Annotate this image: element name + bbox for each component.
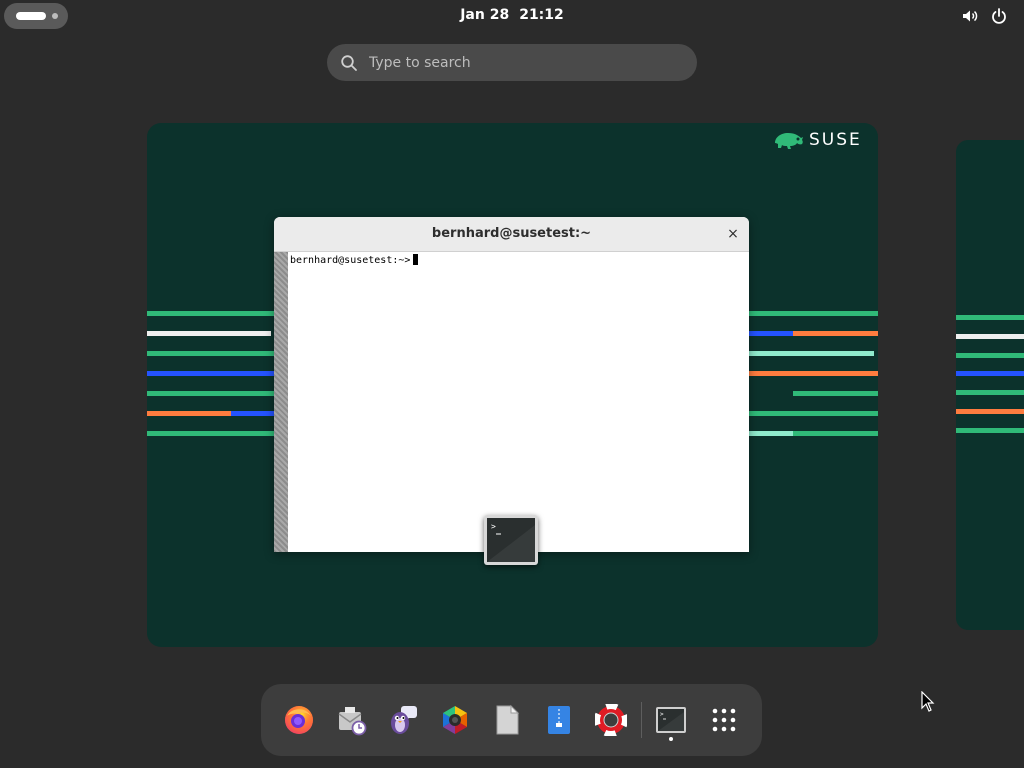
chameleon-icon	[775, 133, 803, 149]
search-input[interactable]	[367, 52, 671, 74]
wallpaper-stripe	[956, 428, 1024, 433]
power-icon[interactable]	[990, 7, 1008, 25]
wallpaper-stripe	[956, 371, 1024, 376]
terminal-window-app-icon: >	[484, 515, 538, 565]
clock-date: Jan 28	[460, 7, 510, 23]
shotwell-icon[interactable]	[439, 704, 471, 736]
file-roller-icon[interactable]	[543, 704, 575, 736]
search-box[interactable]	[327, 44, 697, 81]
terminal-icon[interactable]: >	[655, 704, 687, 736]
running-indicator	[669, 737, 673, 741]
wallpaper-stripe	[147, 411, 231, 416]
wallpaper-stripe	[147, 331, 271, 336]
clock[interactable]: Jan 28 21:12	[0, 7, 1024, 23]
terminal-scrollbar[interactable]	[274, 252, 288, 552]
wallpaper-stripe	[956, 409, 1024, 414]
wallpaper-stripe	[231, 411, 274, 416]
wallpaper-stripe	[956, 315, 1024, 320]
wallpaper-stripe	[147, 351, 274, 356]
wallpaper-stripe	[749, 351, 874, 356]
window-title: bernhard@susetest:~	[431, 226, 592, 241]
wallpaper-stripe	[956, 390, 1024, 395]
wallpaper-stripe	[793, 331, 878, 336]
libreoffice-icon[interactable]	[491, 704, 523, 736]
wallpaper-stripe	[956, 353, 1024, 358]
top-bar: Jan 28 21:12	[0, 0, 1024, 32]
wallpaper-stripe	[749, 431, 793, 436]
dash-separator	[641, 702, 642, 738]
svg-text:>: >	[491, 522, 496, 531]
pidgin-icon[interactable]	[387, 704, 419, 736]
wallpaper-stripe	[749, 371, 878, 376]
evolution-icon[interactable]	[335, 704, 367, 736]
wallpaper-stripe	[749, 331, 793, 336]
svg-text:>: >	[660, 711, 664, 718]
wallpaper-stripe	[147, 311, 274, 316]
wallpaper-stripe	[956, 334, 1024, 339]
wallpaper-stripe	[793, 431, 878, 436]
wallpaper-stripe	[793, 391, 878, 396]
wallpaper-stripe	[749, 311, 878, 316]
wallpaper-stripe	[147, 391, 274, 396]
firefox-icon[interactable]	[283, 704, 315, 736]
terminal-prompt-line: bernhard@susetest:~>	[290, 254, 419, 266]
wallpaper-stripe	[147, 431, 274, 436]
text-cursor	[413, 254, 419, 265]
wallpaper-stripe	[147, 371, 274, 376]
wallpaper-stripe	[749, 411, 878, 416]
dash: >	[261, 684, 762, 756]
mouse-pointer-icon	[921, 690, 935, 718]
clock-time: 21:12	[519, 7, 564, 23]
volume-icon[interactable]	[961, 7, 979, 25]
terminal-window-preview[interactable]: bernhard@susetest:~ × bernhard@susetest:…	[274, 217, 749, 552]
help-icon[interactable]	[594, 703, 628, 737]
suse-logo: SUSE	[773, 128, 873, 156]
search-icon	[341, 55, 357, 71]
app-grid-icon[interactable]	[708, 704, 740, 736]
window-titlebar: bernhard@susetest:~ ×	[274, 217, 749, 252]
next-workspace-preview[interactable]	[956, 140, 1024, 630]
suse-logo-text: SUSE	[809, 130, 862, 150]
close-icon[interactable]: ×	[725, 226, 741, 242]
terminal-prompt: bernhard@susetest:~>	[290, 255, 411, 266]
